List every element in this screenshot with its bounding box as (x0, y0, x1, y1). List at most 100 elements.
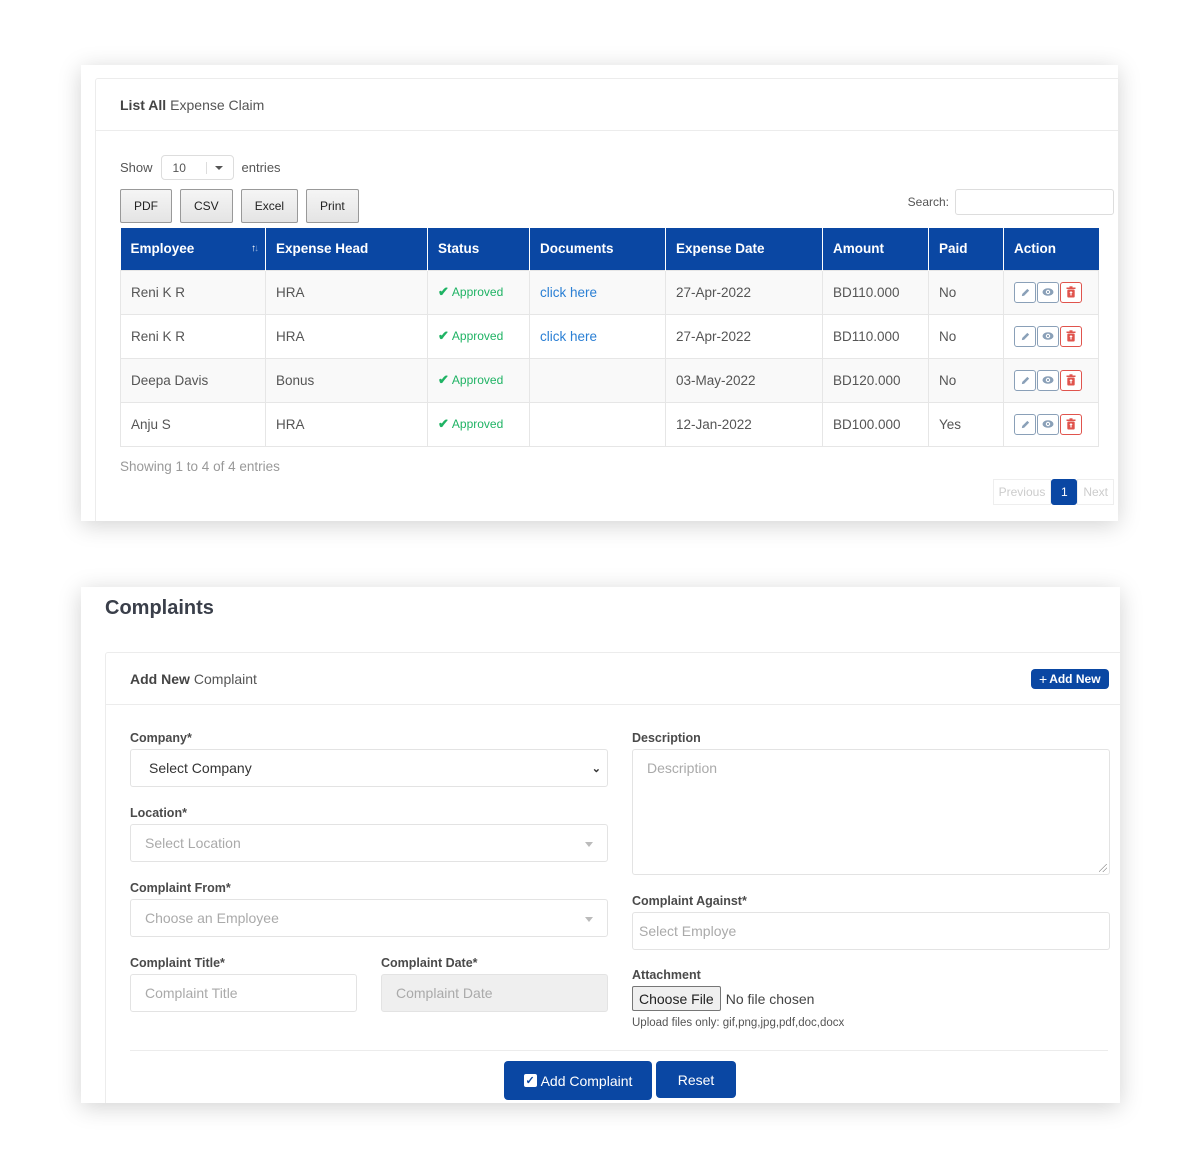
status-text: Approved (451, 285, 504, 299)
cell-expense-head: HRA (265, 269, 428, 315)
choose-file-button[interactable]: Choose File (632, 986, 721, 1011)
delete-button[interactable] (1060, 369, 1082, 391)
view-button[interactable] (1037, 281, 1059, 303)
table-header-row: Employee ↑↓ Expense Head Status Document… (120, 228, 1099, 270)
entries-per-page-select[interactable]: 10 (160, 155, 234, 180)
resize-handle[interactable] (1099, 864, 1107, 872)
table-info: Showing 1 to 4 of 4 entries (120, 459, 280, 474)
delete-button[interactable] (1060, 325, 1082, 347)
trash-icon (1066, 374, 1076, 386)
view-button[interactable] (1037, 369, 1059, 391)
check-icon: ✔ (438, 328, 449, 343)
complaint-date-input[interactable]: Complaint Date (381, 974, 608, 1012)
description-textarea[interactable]: Description (632, 749, 1110, 875)
column-header-paid[interactable]: Paid (928, 228, 1004, 270)
column-header-employee[interactable]: Employee ↑↓ (120, 228, 266, 270)
eye-icon (1042, 375, 1054, 385)
column-header-documents[interactable]: Documents (529, 228, 666, 270)
complaint-against-placeholder: Select Employe (639, 923, 737, 939)
cell-paid: No (928, 357, 1004, 403)
edit-button[interactable] (1014, 369, 1036, 391)
status-badge: ✔ Approved (438, 328, 503, 344)
delete-button[interactable] (1060, 413, 1082, 435)
edit-button[interactable] (1014, 281, 1036, 303)
complaint-against-input[interactable]: Select Employe (632, 912, 1110, 950)
complaint-title-label: Complaint Title* (130, 956, 225, 970)
complaint-from-select[interactable]: Choose an Employee (130, 899, 608, 937)
pagination-next[interactable]: Next (1077, 479, 1114, 505)
complaint-date-placeholder: Complaint Date (396, 985, 493, 1001)
column-header-action: Action (1003, 228, 1099, 270)
cell-status: ✔ Approved (427, 313, 530, 359)
description-placeholder: Description (647, 760, 718, 776)
add-complaint-card: Add New Complaint + Add New Company* Sel… (105, 652, 1120, 1103)
column-header-amount[interactable]: Amount (822, 228, 929, 270)
pagination-page-1[interactable]: 1 (1051, 479, 1078, 505)
cell-documents (529, 401, 666, 447)
cell-amount: BD120.000 (822, 357, 929, 403)
export-pdf-button[interactable]: PDF (120, 189, 172, 223)
export-csv-button[interactable]: CSV (180, 189, 233, 223)
cell-amount: BD110.000 (822, 313, 929, 359)
page-title: Complaints (105, 597, 214, 619)
cell-expense-date: 12-Jan-2022 (665, 401, 823, 447)
complaint-from-label: Complaint From* (130, 881, 231, 895)
document-link[interactable]: click here (540, 285, 597, 300)
status-text: Approved (451, 373, 504, 387)
eye-icon (1042, 331, 1054, 341)
trash-icon (1066, 330, 1076, 342)
check-square-icon: ✓ (523, 1074, 537, 1087)
cell-expense-head: HRA (265, 313, 428, 359)
trash-icon (1066, 418, 1076, 430)
caret-down-icon (585, 917, 593, 922)
trash-icon (1066, 286, 1076, 298)
cell-documents: click here (529, 269, 666, 315)
edit-button[interactable] (1014, 413, 1036, 435)
pagination: Previous 1 Next (992, 479, 1114, 505)
cell-paid: No (928, 269, 1004, 315)
column-header-status[interactable]: Status (427, 228, 530, 270)
print-button[interactable]: Print (306, 189, 359, 223)
column-header-expense-date[interactable]: Expense Date (665, 228, 823, 270)
attachment-label: Attachment (632, 968, 701, 982)
complaint-title-input[interactable]: Complaint Title (130, 974, 357, 1012)
cell-employee: Deepa Davis (120, 357, 266, 403)
cell-action (1003, 357, 1099, 403)
export-excel-button[interactable]: Excel (240, 189, 299, 223)
pagination-previous[interactable]: Previous (992, 479, 1052, 505)
reset-button[interactable]: Reset (656, 1061, 736, 1098)
pencil-icon (1020, 375, 1031, 386)
company-label: Company* (130, 731, 192, 745)
status-badge: ✔ Approved (438, 416, 503, 432)
cell-documents (529, 357, 666, 403)
view-button[interactable] (1037, 325, 1059, 347)
complaint-title-placeholder: Complaint Title (145, 985, 238, 1001)
eye-icon (1042, 287, 1054, 297)
cell-expense-head: Bonus (265, 357, 428, 403)
edit-button[interactable] (1014, 325, 1036, 347)
column-header-expense-head[interactable]: Expense Head (265, 228, 428, 270)
add-new-button[interactable]: + Add New (1031, 669, 1109, 689)
cell-amount: BD110.000 (822, 269, 929, 315)
search-input[interactable] (955, 189, 1114, 215)
check-icon: ✔ (438, 372, 449, 387)
company-select[interactable]: Select Company ⌄ (130, 749, 608, 787)
show-label: Show (120, 160, 153, 175)
file-status: No file chosen (725, 990, 815, 1007)
header-bold: Add New (130, 670, 190, 687)
view-button[interactable] (1037, 413, 1059, 435)
document-link[interactable]: click here (540, 329, 597, 344)
cell-documents: click here (529, 313, 666, 359)
chevron-down-icon: ⌄ (591, 763, 601, 775)
cell-status: ✔ Approved (427, 269, 530, 315)
card-header: List All Expense Claim (96, 79, 1118, 131)
table-row: Reni K R HRA ✔ Approved click here 27-Apr-202… (120, 313, 1099, 359)
delete-button[interactable] (1060, 281, 1082, 303)
form-divider (130, 1050, 1108, 1051)
add-complaint-button[interactable]: ✓ Add Complaint (504, 1061, 652, 1100)
card-header: Add New Complaint + Add New (106, 653, 1120, 705)
eye-icon (1042, 419, 1054, 429)
status-text: Approved (451, 417, 504, 431)
entries-per-page-value: 10 (172, 160, 186, 175)
location-select[interactable]: Select Location (130, 824, 608, 862)
